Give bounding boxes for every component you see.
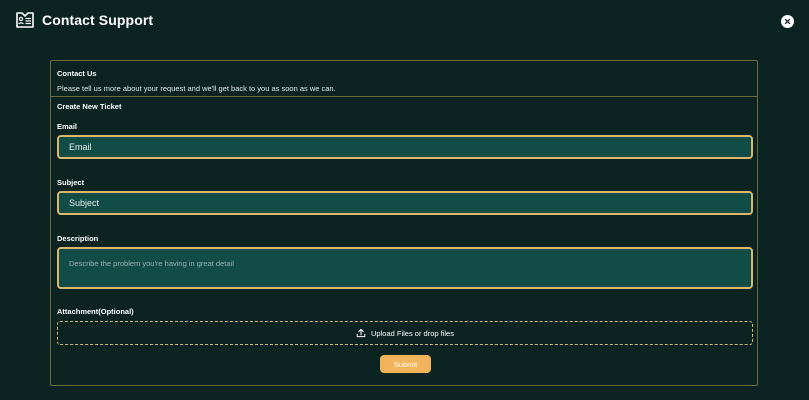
panel-title: Contact Us xyxy=(57,69,97,78)
upload-icon xyxy=(356,328,366,338)
subject-label: Subject xyxy=(57,178,85,187)
page-title: Contact Support xyxy=(42,12,154,28)
submit-button[interactable]: Submit xyxy=(380,355,431,373)
description-field[interactable] xyxy=(57,247,753,289)
panel-header: Contact Us Please tell us more about you… xyxy=(51,61,757,97)
close-button[interactable] xyxy=(781,15,794,28)
upload-text: Upload Files or drop files xyxy=(371,328,454,338)
section-title: Create New Ticket xyxy=(57,102,122,111)
contact-panel: Contact Us Please tell us more about you… xyxy=(50,60,758,386)
support-ticket-icon xyxy=(15,10,35,30)
subject-field[interactable] xyxy=(57,191,753,215)
attachment-label: Attachment(Optional) xyxy=(57,307,134,316)
close-icon xyxy=(784,18,791,25)
page-header: Contact Support xyxy=(15,10,153,30)
contact-support-page: Contact Support Contact Us Please tell u… xyxy=(0,0,809,400)
email-label: Email xyxy=(57,122,78,131)
email-field[interactable] xyxy=(57,135,753,159)
file-upload-dropzone[interactable]: Upload Files or drop files xyxy=(57,321,753,345)
panel-description: Please tell us more about your request a… xyxy=(57,84,336,93)
description-label: Description xyxy=(57,234,99,243)
